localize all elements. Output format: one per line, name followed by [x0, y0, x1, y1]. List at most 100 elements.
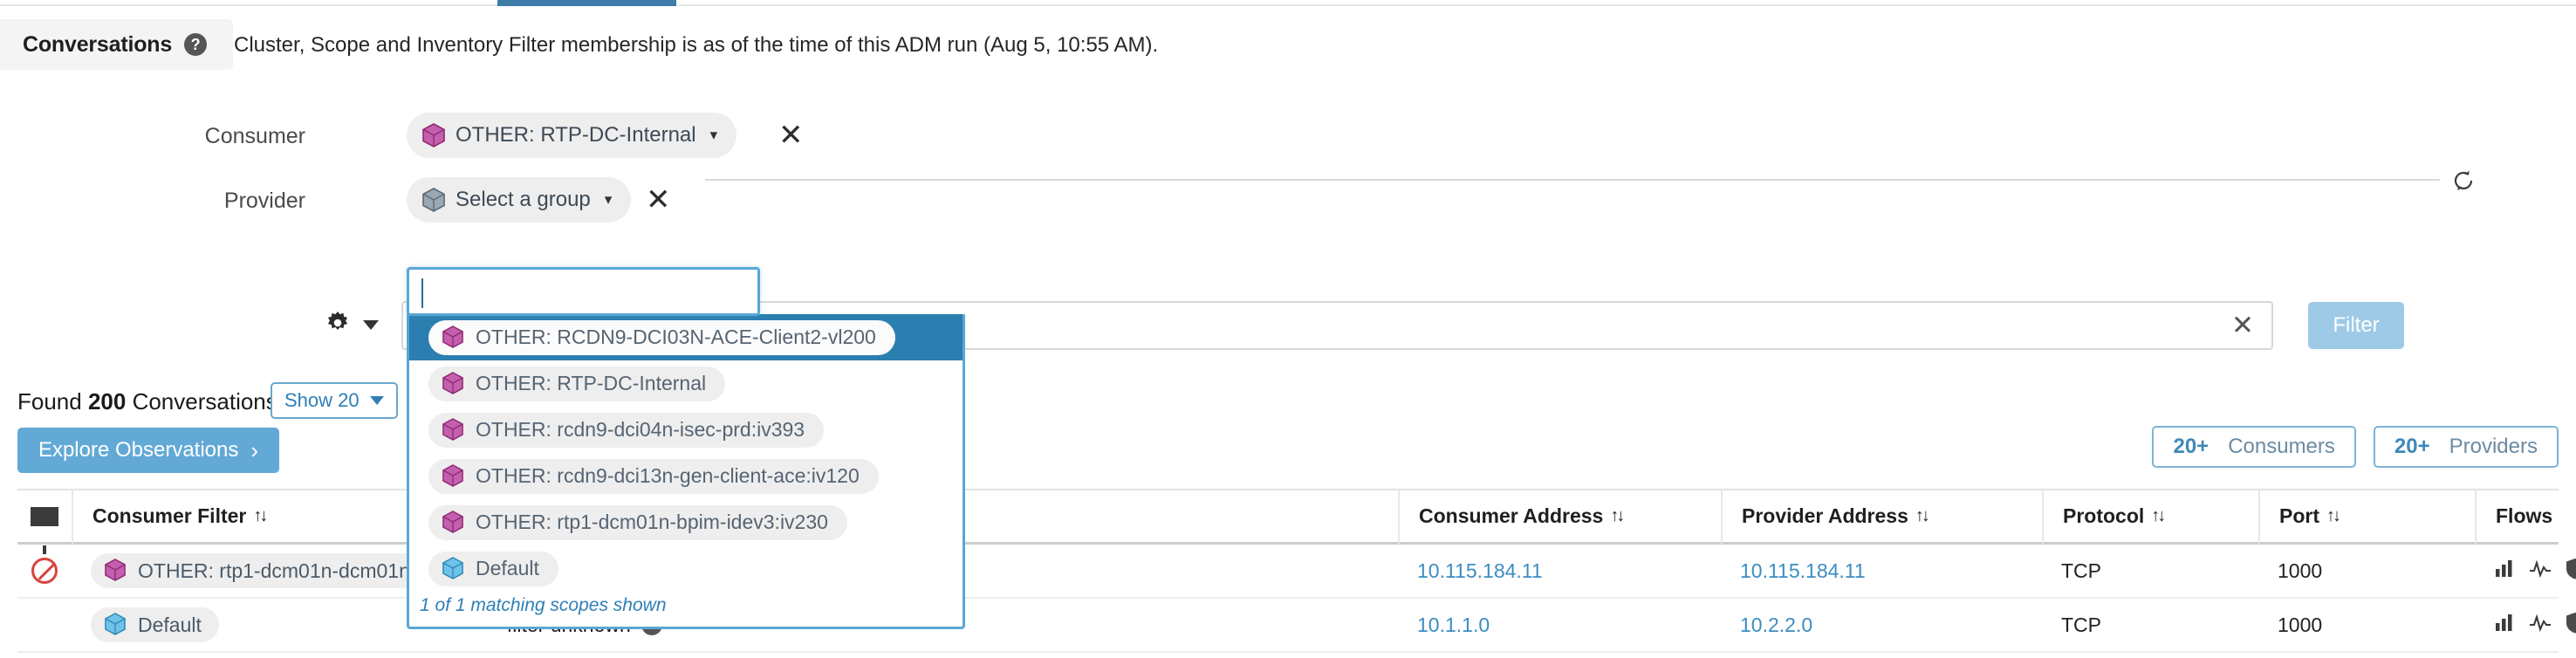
provider-group-search-input[interactable] [407, 267, 760, 316]
provider-group-dropdown: OTHER: RCDN9-DCI03N-ACE-Client2-vl200 OT… [407, 314, 965, 629]
column-header-filter-icon[interactable] [17, 490, 72, 554]
explore-observations-button[interactable]: Explore Observations › [17, 428, 279, 473]
sort-icon: ↑↓ [1915, 506, 1930, 525]
consumer-address-cell[interactable]: 10.1.1.0 [1398, 598, 1721, 652]
cube-icon [422, 123, 445, 147]
cube-icon [442, 371, 465, 396]
shield-icon[interactable] [2566, 612, 2576, 639]
explore-observations-label: Explore Observations [38, 438, 239, 462]
column-label: Consumer Address [1419, 504, 1604, 527]
table-row[interactable]: Default filter unknown i 10.1.1.0 10.2.2… [17, 598, 2576, 653]
chevron-down-icon: ▾ [604, 191, 613, 208]
dropdown-option[interactable]: Default [409, 545, 963, 592]
consumer-label: Consumer [204, 124, 305, 148]
found-count: 200 [87, 388, 127, 415]
dropdown-option[interactable]: OTHER: RTP-DC-Internal [409, 360, 963, 407]
consumers-providers-buttons: 20+ Consumers 20+ Providers [2152, 426, 2559, 468]
bar-chart-icon[interactable] [2494, 612, 2515, 638]
dropdown-option[interactable]: OTHER: rcdn9-dci13n-gen-client-ace:iv120 [409, 453, 963, 499]
column-header-consumer-address[interactable]: Consumer Address ↑↓ [1398, 489, 1721, 544]
column-header-port[interactable]: Port ↑↓ [2258, 489, 2475, 544]
filter-button[interactable]: Filter [2308, 302, 2404, 349]
consumers-count: 20+ [2173, 435, 2209, 458]
chevron-right-icon: › [250, 436, 259, 463]
dropdown-option[interactable]: OTHER: rcdn9-dci04n-isec-prd:iv393 [409, 407, 963, 453]
conversations-page: Conversations ? Cluster, Scope and Inven… [0, 0, 2576, 658]
provider-address-cell[interactable]: 10.2.2.0 [1721, 598, 2042, 652]
dropdown-footer-text: 1 of 1 matching scopes shown [420, 595, 667, 615]
cube-icon [442, 417, 465, 442]
conversations-table: Consumer Filter ↑↓ Consumer Address ↑↓ P… [17, 489, 2576, 653]
cube-icon [442, 556, 465, 581]
option-chip: OTHER: rcdn9-dci04n-isec-prd:iv393 [428, 412, 825, 448]
column-header-flows: Flows [2475, 489, 2559, 544]
option-label: Default [476, 557, 539, 579]
option-label: OTHER: RCDN9-DCI03N-ACE-Client2-vl200 [476, 326, 876, 348]
option-label: OTHER: rtp1-dcm01n-bpim-idev3:iv230 [476, 511, 828, 533]
tab-strip-left-rule [0, 4, 497, 6]
table-header-row: Consumer Filter ↑↓ Consumer Address ↑↓ P… [17, 489, 2559, 554]
option-chip: OTHER: RTP-DC-Internal [428, 366, 726, 401]
sort-icon: ↑↓ [1610, 506, 1625, 525]
page-header: Conversations ? Cluster, Scope and Inven… [0, 19, 2576, 72]
providers-count: 20+ [2394, 435, 2430, 458]
sort-icon: ↑↓ [2151, 506, 2166, 525]
show-count-select[interactable]: Show 20 [271, 382, 398, 419]
column-label: Consumer Filter [92, 504, 247, 527]
dropdown-option[interactable]: OTHER: RCDN9-DCI03N-ACE-Client2-vl200 [409, 314, 963, 360]
option-chip: OTHER: rtp1-dcm01n-bpim-idev3:iv230 [428, 504, 847, 540]
tab-strip-right-rule [676, 4, 2576, 6]
activity-icon[interactable] [2529, 558, 2552, 584]
tab-strip [0, 0, 2576, 7]
consumer-address-cell[interactable]: 10.115.184.11 [1398, 544, 1721, 598]
option-chip: OTHER: rcdn9-dci13n-gen-client-ace:iv120 [428, 458, 879, 494]
provider-clear-button[interactable]: ✕ [646, 185, 671, 215]
option-chip: OTHER: RCDN9-DCI03N-ACE-Client2-vl200 [428, 319, 895, 355]
column-header-provider-address[interactable]: Provider Address ↑↓ [1721, 489, 2042, 544]
consumer-clear-button[interactable]: ✕ [778, 120, 804, 150]
providers-label: Providers [2449, 435, 2538, 458]
cube-icon [442, 510, 465, 535]
page-title: Conversations [23, 31, 173, 57]
sort-icon: ↑↓ [2326, 506, 2341, 525]
settings-menu-button[interactable] [323, 308, 379, 342]
bar-chart-icon[interactable] [2494, 558, 2515, 584]
clear-search-icon[interactable]: ✕ [2231, 312, 2254, 339]
column-header-protocol[interactable]: Protocol ↑↓ [2042, 489, 2258, 544]
adm-run-note: Cluster, Scope and Inventory Filter memb… [234, 33, 1159, 57]
flows-cell [2475, 544, 2576, 598]
provider-address-cell[interactable]: 10.115.184.11 [1721, 544, 2042, 598]
row-status-cell [17, 598, 72, 652]
question-icon[interactable]: ? [184, 33, 208, 56]
provider-row: Provider Select a group ▾ ✕ [0, 169, 2576, 234]
option-label: OTHER: rcdn9-dci04n-isec-prd:iv393 [476, 418, 805, 441]
protocol-cell: TCP [2061, 559, 2101, 582]
providers-count-button[interactable]: 20+ Providers [2373, 426, 2559, 468]
option-chip: Default [428, 551, 558, 586]
consumer-group-name: OTHER: RTP-DC-Internal [456, 123, 696, 147]
active-tab-underline[interactable] [497, 0, 676, 6]
chevron-down-icon [363, 320, 379, 330]
provider-group-chip[interactable]: Select a group ▾ [407, 177, 632, 223]
text-cursor [421, 278, 423, 308]
conversations-title-pill: Conversations ? [0, 19, 234, 70]
cube-icon [442, 325, 465, 350]
dropdown-option[interactable]: OTHER: rtp1-dcm01n-bpim-idev3:iv230 [409, 499, 963, 545]
consumers-count-button[interactable]: 20+ Consumers [2152, 426, 2356, 468]
shield-icon[interactable] [2566, 558, 2576, 585]
port-cell: 1000 [2278, 559, 2323, 582]
chevron-down-icon [369, 396, 384, 405]
consumer-filter-chip[interactable]: Default [91, 607, 219, 642]
activity-icon[interactable] [2529, 612, 2552, 638]
provider-group-name: Select a group [456, 188, 591, 211]
table-row[interactable]: OTHER: rtp1-dcm01n-dcm01n-dcm02n-otv-fil… [17, 544, 2576, 599]
show-count-label: Show 20 [284, 389, 360, 411]
consumer-row: Consumer OTHER: RTP-DC-Internal ▾ ✕ [0, 105, 2576, 191]
found-conversations-text: Found 200 Conversations [17, 388, 277, 415]
cube-icon [105, 613, 127, 637]
column-label: Flows [2496, 504, 2553, 527]
funnel-icon [31, 506, 58, 554]
provider-label: Provider [223, 188, 305, 213]
cube-icon [422, 188, 445, 212]
consumer-group-chip[interactable]: OTHER: RTP-DC-Internal ▾ [407, 113, 737, 158]
